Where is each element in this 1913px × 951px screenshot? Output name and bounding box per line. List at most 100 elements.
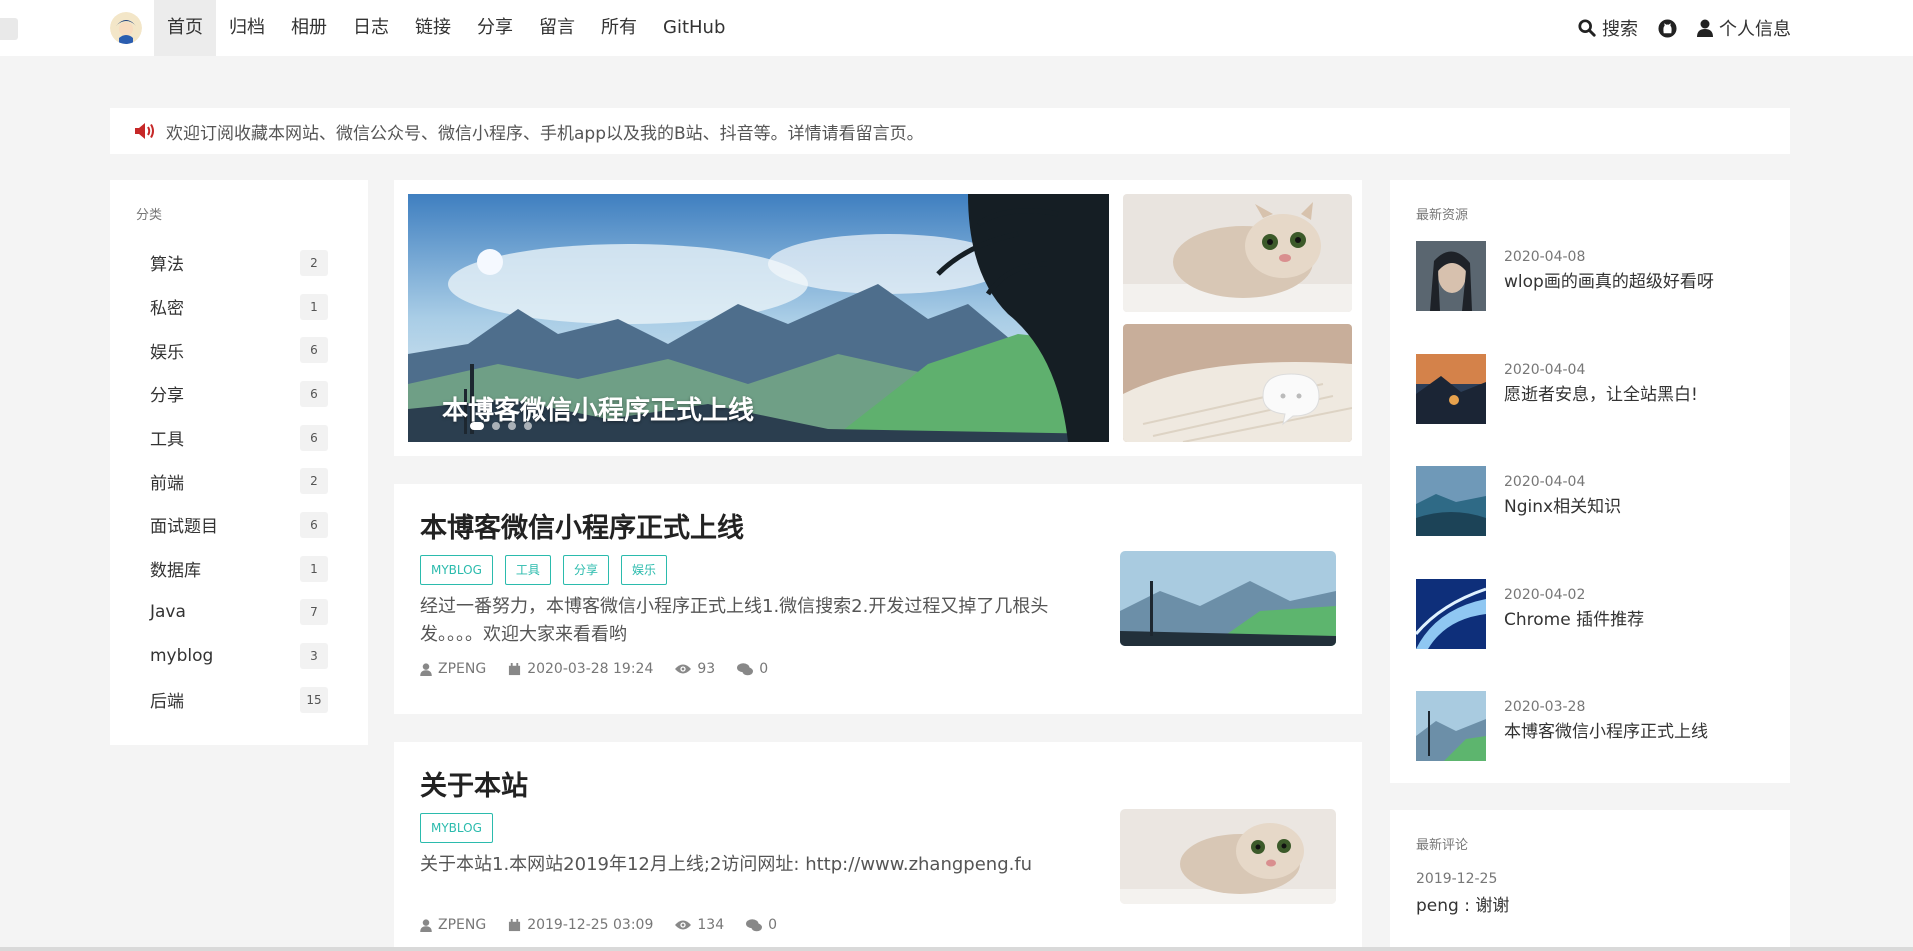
search-button[interactable]: 搜索 — [1578, 15, 1638, 41]
latest-comments-panel: 最新评论 2019-12-25 peng : 谢谢 — [1390, 810, 1790, 951]
post-title[interactable]: 关于本站 — [420, 764, 1336, 803]
post-tag[interactable]: 工具 — [504, 555, 551, 585]
profile-button[interactable]: 个人信息 — [1697, 15, 1791, 41]
category-item[interactable]: 数据库 1 — [136, 547, 342, 591]
post-comments: 0 — [737, 661, 768, 677]
category-list: 算法 2 私密 1 娱乐 6 分享 6 工具 6 前端 2 面试题目 6 数据库 1 Java 7… — [136, 241, 342, 722]
eye-icon — [675, 664, 692, 674]
nav-home[interactable]: 首页 — [154, 0, 216, 56]
nav-github[interactable]: GitHub — [650, 0, 738, 56]
kitten-image — [1123, 194, 1352, 312]
post-views: 134 — [675, 917, 724, 933]
ocean-image — [1416, 466, 1486, 536]
kitten-thumbnail-image — [1120, 809, 1336, 904]
banner-side-slide-cat[interactable] — [1123, 194, 1352, 312]
fabric-chat-image — [1123, 324, 1352, 442]
post-card: 关于本站 MYBLOG 关于本站1.本网站2019年12月上线;2访问网址: h… — [394, 742, 1362, 951]
category-panel: 分类 算法 2 私密 1 娱乐 6 分享 6 工具 6 前端 2 面试题目 6 数据库 1 Ja… — [110, 180, 368, 745]
resource-thumbnail — [1416, 578, 1486, 649]
resource-date: 2020-04-04 — [1504, 361, 1586, 378]
nav-all[interactable]: 所有 — [588, 0, 650, 56]
resource-title: Nginx相关知识 — [1504, 497, 1622, 517]
post-title[interactable]: 本博客微信小程序正式上线 — [420, 506, 1336, 545]
post-tag[interactable]: 分享 — [562, 555, 609, 585]
category-count: 15 — [300, 686, 328, 713]
carousel-dot[interactable] — [508, 422, 516, 430]
nav-links[interactable]: 链接 — [402, 0, 464, 56]
category-title: 分类 — [136, 208, 163, 223]
resource-thumbnail — [1416, 241, 1486, 311]
category-name: 前端 — [150, 473, 184, 494]
category-item[interactable]: 后端 15 — [136, 678, 342, 722]
banner-carousel: 本博客微信小程序正式上线 — [394, 180, 1362, 456]
nav-archive[interactable]: 归档 — [216, 0, 278, 56]
category-item[interactable]: 面试题目 6 — [136, 503, 342, 547]
nav-album[interactable]: 相册 — [278, 0, 340, 56]
comments-icon — [746, 918, 763, 931]
carousel-dot[interactable] — [492, 422, 500, 430]
category-item[interactable]: 分享 6 — [136, 372, 342, 416]
side-drawer-tab[interactable] — [0, 18, 18, 40]
category-name: 工具 — [150, 430, 184, 451]
category-name: Java — [150, 602, 186, 623]
category-item[interactable]: Java 7 — [136, 591, 342, 635]
site-logo[interactable] — [110, 12, 142, 44]
category-item[interactable]: 算法 2 — [136, 241, 342, 285]
category-name: 面试题目 — [150, 517, 218, 538]
resource-thumbnail — [1416, 353, 1486, 424]
resource-item[interactable]: 2020-04-02 Chrome 插件推荐 — [1416, 578, 1764, 692]
comments-icon — [737, 662, 754, 675]
comment-text[interactable]: peng : 谢谢 — [1416, 891, 1764, 916]
resource-item[interactable]: 2020-03-28 本博客微信小程序正式上线 — [1416, 691, 1764, 804]
github-icon — [1658, 18, 1677, 38]
github-button[interactable] — [1658, 18, 1677, 38]
post-summary: 关于本站1.本网站2019年12月上线;2访问网址: http://www.zh… — [420, 854, 1033, 875]
post-date: 2019-12-25 03:09 — [508, 917, 653, 933]
resource-item[interactable]: 2020-04-04 愿逝者安息，让全站黑白! — [1416, 353, 1764, 467]
post-date-value: 2020-03-28 19:24 — [527, 661, 654, 677]
resource-date: 2020-04-04 — [1504, 474, 1586, 490]
nav-log[interactable]: 日志 — [340, 0, 402, 56]
latest-resources-panel: 最新资源 2020-04-08 wlop画的画真的超级好看呀 2020-04-0… — [1390, 180, 1790, 783]
post-tag[interactable]: 娱乐 — [620, 555, 667, 585]
post-tag[interactable]: MYBLOG — [420, 813, 493, 843]
search-label: 搜索 — [1602, 19, 1638, 40]
post-thumbnail[interactable] — [1120, 551, 1336, 646]
resource-title: 愿逝者安息，让全站黑白! — [1504, 384, 1698, 405]
category-count: 3 — [300, 643, 328, 670]
announcement-bar: 欢迎订阅收藏本网站、微信公众号、微信小程序、手机app以及我的B站、抖音等。详情… — [110, 108, 1790, 154]
post-views-count: 134 — [697, 917, 725, 933]
nav-share[interactable]: 分享 — [464, 0, 526, 56]
category-count: 2 — [300, 468, 328, 495]
category-item[interactable]: 前端 2 — [136, 459, 342, 503]
resource-title: 本博客微信小程序正式上线 — [1504, 722, 1708, 742]
resource-title: Chrome 插件推荐 — [1504, 609, 1645, 630]
category-item[interactable]: 工具 6 — [136, 416, 342, 460]
horizontal-scrollbar[interactable] — [0, 947, 1913, 951]
post-card: 本博客微信小程序正式上线 MYBLOG 工具 分享 娱乐 经过一番努力，本博客微… — [394, 484, 1362, 714]
banner-side-slide-fabric[interactable] — [1123, 324, 1352, 442]
category-name: 后端 — [150, 692, 184, 713]
carousel-dot[interactable] — [470, 422, 484, 430]
category-count: 6 — [300, 337, 328, 364]
category-count: 7 — [300, 599, 328, 626]
carousel-dots — [470, 422, 532, 430]
resource-item[interactable]: 2020-04-08 wlop画的画真的超级好看呀 — [1416, 241, 1764, 354]
carousel-dot[interactable] — [524, 422, 532, 430]
category-item[interactable]: 娱乐 6 — [136, 328, 342, 372]
category-name: 数据库 — [150, 561, 201, 582]
post-meta: ZPENG 2020-03-28 19:24 93 0 — [420, 661, 1336, 677]
comments-title: 最新评论 — [1416, 838, 1469, 853]
post-views: 93 — [675, 661, 715, 677]
category-item[interactable]: myblog 3 — [136, 634, 342, 678]
nav-guestbook[interactable]: 留言 — [526, 0, 588, 56]
comment-date: 2019-12-25 — [1416, 871, 1498, 887]
post-tag[interactable]: MYBLOG — [420, 555, 493, 585]
category-item[interactable]: 私密 1 — [136, 285, 342, 329]
banner-main-slide[interactable]: 本博客微信小程序正式上线 — [408, 194, 1109, 442]
post-thumbnail[interactable] — [1120, 809, 1336, 904]
post-author: ZPENG — [420, 917, 486, 933]
category-name: 私密 — [150, 299, 184, 320]
resource-item[interactable]: 2020-04-04 Nginx相关知识 — [1416, 466, 1764, 579]
category-count: 6 — [300, 380, 328, 407]
